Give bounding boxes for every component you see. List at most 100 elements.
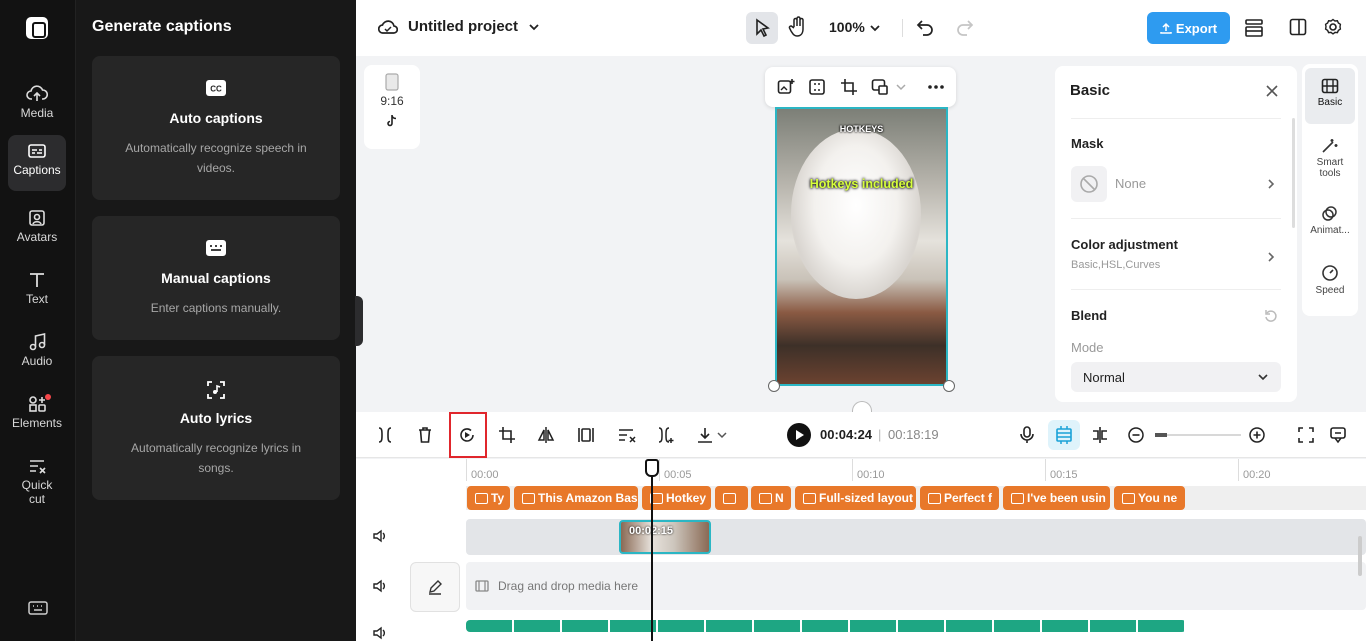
tab-basic[interactable]: Basic xyxy=(1305,68,1355,124)
rail-item-audio[interactable]: Audio xyxy=(8,326,66,382)
close-icon[interactable] xyxy=(1265,84,1279,98)
replace-media-icon[interactable] xyxy=(871,78,889,96)
split-icon[interactable] xyxy=(377,426,393,444)
split-scene-icon[interactable] xyxy=(657,426,675,444)
add-track-button[interactable] xyxy=(410,562,460,612)
auto-cut-icon[interactable] xyxy=(617,426,637,444)
manual-captions-card[interactable]: Manual captions Enter captions manually. xyxy=(92,216,340,340)
play-button[interactable] xyxy=(787,423,811,447)
tab-animation[interactable]: Animat... xyxy=(1305,194,1355,250)
crop-icon[interactable] xyxy=(498,426,516,444)
aspect-ratio-card[interactable]: 9:16 xyxy=(364,65,420,149)
left-nav-rail: Media Captions Avatars Text Audio Elemen… xyxy=(0,0,76,641)
caption-clip[interactable]: Full-sized layout xyxy=(795,486,916,510)
playhead-line[interactable] xyxy=(651,459,653,641)
rail-item-elements[interactable]: Elements xyxy=(8,388,66,444)
rail-item-media[interactable]: Media xyxy=(8,78,66,134)
rail-item-avatars[interactable]: Avatars xyxy=(8,202,66,258)
delete-icon[interactable] xyxy=(417,426,433,444)
download-icon[interactable] xyxy=(696,426,714,444)
flip-icon[interactable] xyxy=(537,426,555,444)
microphone-icon[interactable] xyxy=(1019,426,1035,444)
quick-cut-icon xyxy=(30,460,46,474)
layers-icon[interactable] xyxy=(1244,18,1264,38)
rail-item-quick-cut[interactable]: Quick cut xyxy=(8,450,66,514)
chevron-down-icon[interactable] xyxy=(896,84,906,91)
rail-label-quick: Quick xyxy=(21,478,53,492)
crop-icon[interactable] xyxy=(840,78,858,96)
tab-smart-tools[interactable]: Smart tools xyxy=(1305,126,1355,190)
fit-frame-icon[interactable] xyxy=(808,78,826,96)
caption-clip[interactable]: This Amazon Bas xyxy=(514,486,638,510)
auto-captions-card[interactable]: CC Auto captions Automatically recognize… xyxy=(92,56,340,200)
zoom-dropdown[interactable]: 100% xyxy=(829,19,881,35)
magnet-snap-button[interactable] xyxy=(1048,420,1080,450)
hand-tool-icon[interactable] xyxy=(788,16,808,38)
caption-clip[interactable]: I've been usin xyxy=(1003,486,1110,510)
feedback-icon[interactable] xyxy=(1329,426,1347,444)
mask-preview[interactable] xyxy=(1071,166,1107,202)
music-icon xyxy=(29,333,46,351)
rail-item-captions[interactable]: Captions xyxy=(8,135,66,191)
video-preview[interactable]: HOTKEYS Hotkeys included xyxy=(775,107,948,386)
export-button[interactable]: Export xyxy=(1147,12,1230,44)
auto-lyrics-card[interactable]: Auto lyrics Automatically recognize lyri… xyxy=(92,356,340,500)
gear-icon[interactable] xyxy=(1324,18,1342,36)
reset-icon[interactable] xyxy=(1264,309,1278,323)
rail-item-text[interactable]: Text xyxy=(8,264,66,320)
right-rail: Basic Smart tools Animat... Speed xyxy=(1302,64,1358,316)
video-clip[interactable]: 00:02:15 xyxy=(619,520,711,554)
chevron-right-icon[interactable] xyxy=(1267,178,1275,190)
time-ruler[interactable]: 00:00 00:05 00:10 00:15 00:20 xyxy=(466,459,1366,483)
fullscreen-icon[interactable] xyxy=(1297,426,1315,444)
playhead-handle[interactable] xyxy=(645,459,659,477)
zoom-slider[interactable] xyxy=(1155,433,1241,437)
zoom-in-icon[interactable] xyxy=(1248,426,1266,444)
keyboard-shortcuts-icon[interactable] xyxy=(28,600,48,616)
caption-clip[interactable]: Ty xyxy=(467,486,510,510)
ruler-label-20: 00:20 xyxy=(1243,469,1271,481)
replay-forward-icon[interactable] xyxy=(458,426,476,444)
app-logo[interactable] xyxy=(26,17,48,39)
layout-panel-icon[interactable] xyxy=(1289,18,1307,36)
resize-handle-bottom-left[interactable] xyxy=(768,380,780,392)
current-time: 00:04:24 xyxy=(820,427,873,442)
rail-label-text: Text xyxy=(25,292,48,306)
top-bar: Untitled project 100% Export xyxy=(356,0,1366,56)
chevron-down-icon xyxy=(1258,374,1268,381)
add-image-icon[interactable] xyxy=(777,78,795,96)
caption-clip[interactable]: Perfect f xyxy=(920,486,999,510)
drop-zone[interactable]: Drag and drop media here xyxy=(466,562,1366,610)
chevron-down-icon[interactable] xyxy=(717,432,727,439)
edit-pen-icon xyxy=(429,580,442,595)
caption-clip[interactable] xyxy=(715,486,748,510)
tab-speed[interactable]: Speed xyxy=(1305,254,1355,310)
panel-title: Generate captions xyxy=(92,18,232,35)
pointer-icon xyxy=(756,18,770,38)
resize-handle-bottom-right[interactable] xyxy=(943,380,955,392)
cloud-upload-icon xyxy=(26,85,48,101)
props-scrollbar[interactable] xyxy=(1292,118,1295,228)
split-tracks-icon[interactable] xyxy=(1091,426,1109,444)
collapse-panel-handle[interactable] xyxy=(355,296,363,346)
project-menu[interactable]: Untitled project xyxy=(378,18,540,35)
caption-clip[interactable]: N xyxy=(751,486,791,510)
tab-smart-label: Smart xyxy=(1316,157,1344,168)
chevron-right-icon[interactable] xyxy=(1267,251,1275,263)
volume-icon[interactable] xyxy=(372,529,388,543)
timeline[interactable]: 00:00 00:05 00:10 00:15 00:20 Ty This Am… xyxy=(356,459,1366,641)
color-adjustment-label[interactable]: Color adjustment xyxy=(1071,237,1178,252)
undo-icon[interactable] xyxy=(916,18,934,36)
more-icon[interactable] xyxy=(927,84,945,90)
volume-icon[interactable] xyxy=(372,626,388,640)
caption-clip[interactable]: You ne xyxy=(1114,486,1185,510)
volume-icon[interactable] xyxy=(372,579,388,593)
blend-mode-select[interactable]: Normal xyxy=(1071,362,1281,392)
timeline-scrollbar[interactable] xyxy=(1358,536,1362,576)
freeze-frame-icon[interactable] xyxy=(577,426,595,444)
audio-track[interactable] xyxy=(466,620,1186,632)
zoom-out-icon[interactable] xyxy=(1127,426,1145,444)
select-tool-button[interactable] xyxy=(746,12,778,44)
redo-icon[interactable] xyxy=(956,18,974,36)
mask-value[interactable]: None xyxy=(1115,176,1146,191)
